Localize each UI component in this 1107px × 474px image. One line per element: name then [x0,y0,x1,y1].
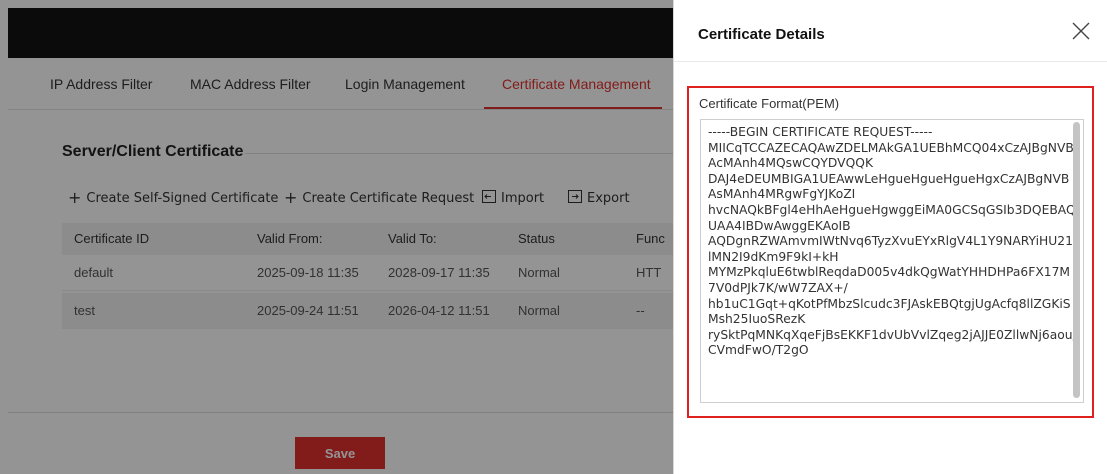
textarea-scrollbar[interactable] [1073,122,1080,398]
drawer-header: Certificate Details [674,0,1107,62]
certificate-format-label: Certificate Format(PEM) [699,96,840,111]
certificate-details-drawer: Certificate Details Certificate Format(P… [673,0,1107,474]
certificate-pem-text: -----BEGIN CERTIFICATE REQUEST----- MIIC… [708,125,1077,358]
modal-backdrop[interactable] [0,0,673,474]
close-icon[interactable] [1070,20,1092,42]
drawer-title: Certificate Details [698,26,825,43]
certificate-pem-textarea[interactable]: -----BEGIN CERTIFICATE REQUEST----- MIIC… [700,119,1084,403]
certificate-format-highlight: Certificate Format(PEM) -----BEGIN CERTI… [687,86,1094,418]
